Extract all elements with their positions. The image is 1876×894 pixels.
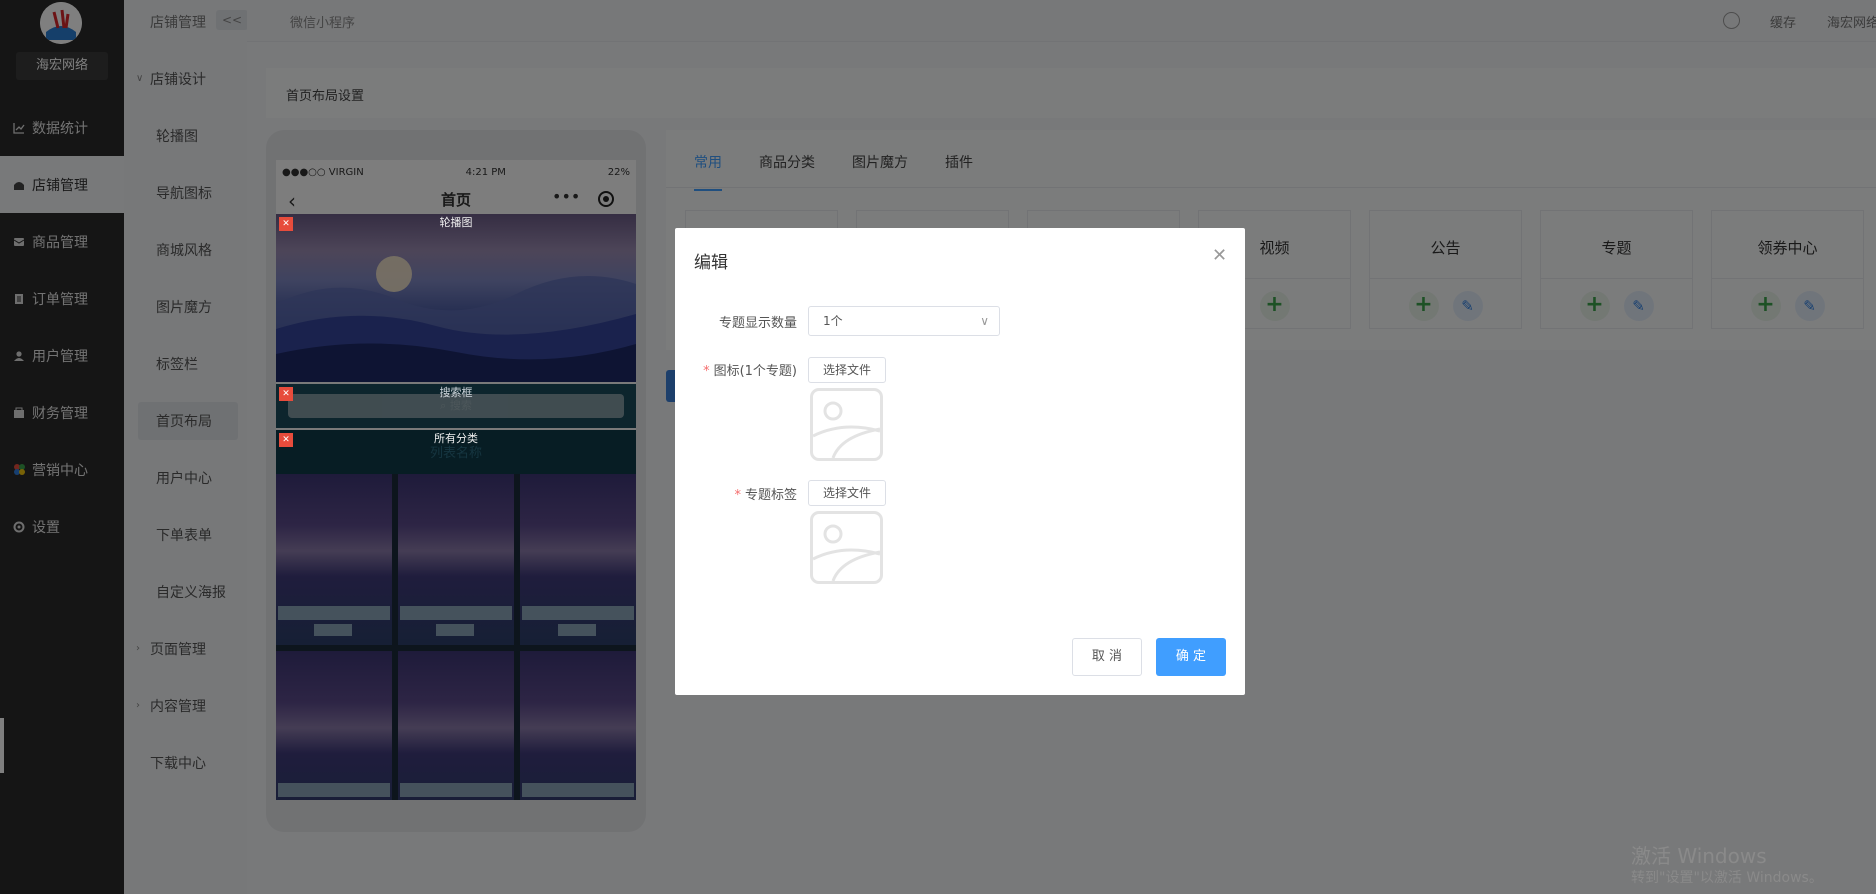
block-label: 所有分类 — [434, 432, 478, 445]
chevron-down-icon: ∨ — [980, 314, 989, 328]
count-label: 专题显示数量 — [718, 316, 797, 331]
delete-icon[interactable]: ✕ — [279, 387, 293, 401]
windows-activation-title: 激活 Windows — [1631, 844, 1767, 868]
icon-image-placeholder — [810, 388, 883, 461]
block-label: 搜索框 — [439, 386, 473, 399]
tag-label: * 专题标签 — [734, 488, 797, 503]
tag-image-placeholder — [810, 511, 883, 584]
choose-icon-file-button[interactable]: 选择文件 — [808, 357, 886, 383]
close-icon[interactable]: ✕ — [1212, 245, 1227, 266]
image-icon — [813, 401, 880, 458]
delete-icon[interactable]: ✕ — [279, 433, 293, 447]
delete-icon[interactable]: ✕ — [279, 217, 293, 231]
choose-tag-file-button[interactable]: 选择文件 — [808, 480, 886, 506]
confirm-button[interactable]: 确 定 — [1156, 638, 1226, 676]
icon-label: * 图标(1个专题) — [703, 364, 797, 379]
dialog-title: 编辑 — [694, 253, 728, 273]
count-value: 1个 — [823, 314, 843, 328]
image-icon — [813, 524, 880, 581]
cancel-button[interactable]: 取 消 — [1072, 638, 1142, 676]
count-select[interactable]: 1个 ∨ — [808, 306, 1000, 336]
edit-dialog: 编辑 ✕ 专题显示数量 1个 ∨ * 图标(1个专题) 选择文件 * 专题标签 选择… — [675, 228, 1245, 695]
windows-activation-hint: 转到"设置"以激活 Windows。 — [1631, 870, 1823, 886]
block-label: 轮播图 — [439, 216, 473, 229]
